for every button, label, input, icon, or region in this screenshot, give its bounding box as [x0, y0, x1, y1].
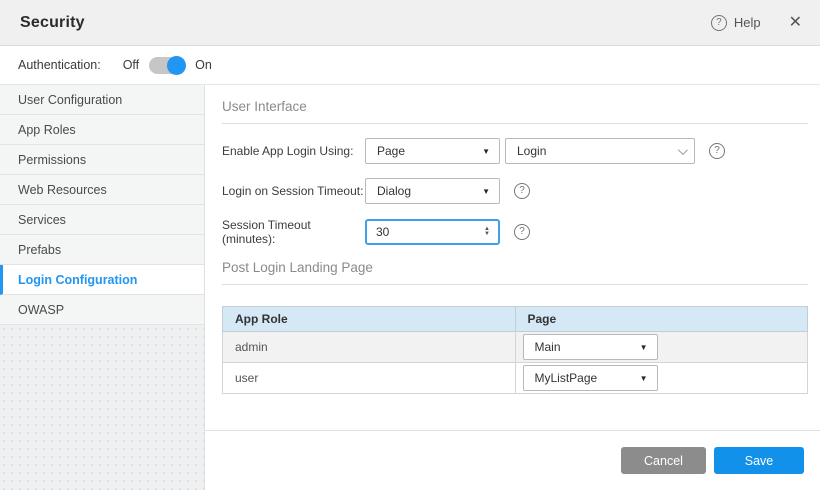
user-interface-section-title: User Interface — [222, 99, 808, 114]
login-page-value: Login — [517, 144, 546, 158]
login-configuration-panel: User Interface Enable App Login Using: P… — [205, 85, 820, 430]
landing-page-table: App Role Page admin Main ▼ — [222, 306, 808, 394]
dropdown-arrow-icon: ▼ — [482, 187, 490, 196]
sidebar-item-login-configuration[interactable]: Login Configuration — [0, 265, 204, 295]
dropdown-arrow-icon: ▼ — [482, 147, 490, 156]
number-spinner[interactable]: ▲ ▼ — [484, 227, 490, 237]
enable-app-login-label: Enable App Login Using: — [222, 144, 365, 158]
toggle-on-label: On — [195, 58, 212, 72]
close-icon[interactable]: ✕ — [789, 15, 802, 31]
chevron-down-icon — [678, 145, 688, 155]
page-title: Security — [20, 14, 85, 32]
enable-app-login-select[interactable]: Page ▼ — [365, 138, 500, 164]
session-timeout-row: Session Timeout (minutes): ▲ ▼ ? — [222, 218, 808, 246]
user-page-select[interactable]: MyListPage ▼ — [523, 365, 658, 391]
sidebar-item-services[interactable]: Services — [0, 205, 204, 235]
toggle-knob-icon — [167, 56, 186, 75]
sidebar-item-permissions[interactable]: Permissions — [0, 145, 204, 175]
login-on-timeout-label: Login on Session Timeout: — [222, 184, 365, 198]
enable-app-login-row: Enable App Login Using: Page ▼ Login ? — [222, 138, 808, 164]
save-button[interactable]: Save — [714, 447, 804, 474]
table-header-row: App Role Page — [223, 307, 808, 332]
admin-page-value: Main — [535, 340, 561, 354]
sidebar-dotted-canvas — [0, 325, 204, 490]
login-page-select[interactable]: Login — [505, 138, 695, 164]
help-icon[interactable]: ? — [514, 224, 530, 240]
column-header-page: Page — [515, 307, 808, 332]
spinner-down-icon: ▼ — [484, 232, 490, 237]
section-divider — [222, 123, 808, 124]
app-role-cell: user — [223, 363, 516, 394]
help-label: Help — [734, 15, 761, 30]
main-content: User Interface Enable App Login Using: P… — [205, 85, 820, 490]
authentication-row: Authentication: Off On — [0, 46, 820, 85]
table-row: user MyListPage ▼ — [223, 363, 808, 394]
app-role-cell: admin — [223, 332, 516, 363]
sidebar-item-web-resources[interactable]: Web Resources — [0, 175, 204, 205]
cancel-button[interactable]: Cancel — [621, 447, 706, 474]
sidebar-item-owasp[interactable]: OWASP — [0, 295, 204, 325]
help-button[interactable]: ? Help — [711, 15, 761, 31]
section-divider — [222, 284, 808, 285]
footer-actions: Cancel Save — [205, 430, 820, 490]
session-timeout-input[interactable] — [376, 225, 456, 239]
toggle-off-label: Off — [123, 58, 139, 72]
sidebar-item-app-roles[interactable]: App Roles — [0, 115, 204, 145]
dropdown-arrow-icon: ▼ — [640, 374, 648, 383]
sidebar-item-prefabs[interactable]: Prefabs — [0, 235, 204, 265]
dialog-body: User Configuration App Roles Permissions… — [0, 85, 820, 490]
table-row: admin Main ▼ — [223, 332, 808, 363]
login-on-timeout-select[interactable]: Dialog ▼ — [365, 178, 500, 204]
login-on-timeout-value: Dialog — [377, 184, 411, 198]
sidebar: User Configuration App Roles Permissions… — [0, 85, 205, 490]
help-icon[interactable]: ? — [709, 143, 725, 159]
authentication-toggle[interactable] — [149, 57, 185, 74]
help-icon: ? — [711, 15, 727, 31]
post-login-section-title: Post Login Landing Page — [222, 260, 808, 275]
titlebar: Security ? Help ✕ — [0, 0, 820, 46]
help-icon[interactable]: ? — [514, 183, 530, 199]
user-page-value: MyListPage — [535, 371, 598, 385]
authentication-label: Authentication: — [18, 58, 101, 72]
session-timeout-label: Session Timeout (minutes): — [222, 218, 365, 246]
session-timeout-input-wrap: ▲ ▼ — [365, 219, 500, 245]
security-dialog: Security ? Help ✕ Authentication: Off On… — [0, 0, 820, 490]
enable-app-login-value: Page — [377, 144, 405, 158]
sidebar-item-user-configuration[interactable]: User Configuration — [0, 85, 204, 115]
login-on-timeout-row: Login on Session Timeout: Dialog ▼ ? — [222, 178, 808, 204]
column-header-app-role: App Role — [223, 307, 516, 332]
admin-page-select[interactable]: Main ▼ — [523, 334, 658, 360]
dropdown-arrow-icon: ▼ — [640, 343, 648, 352]
